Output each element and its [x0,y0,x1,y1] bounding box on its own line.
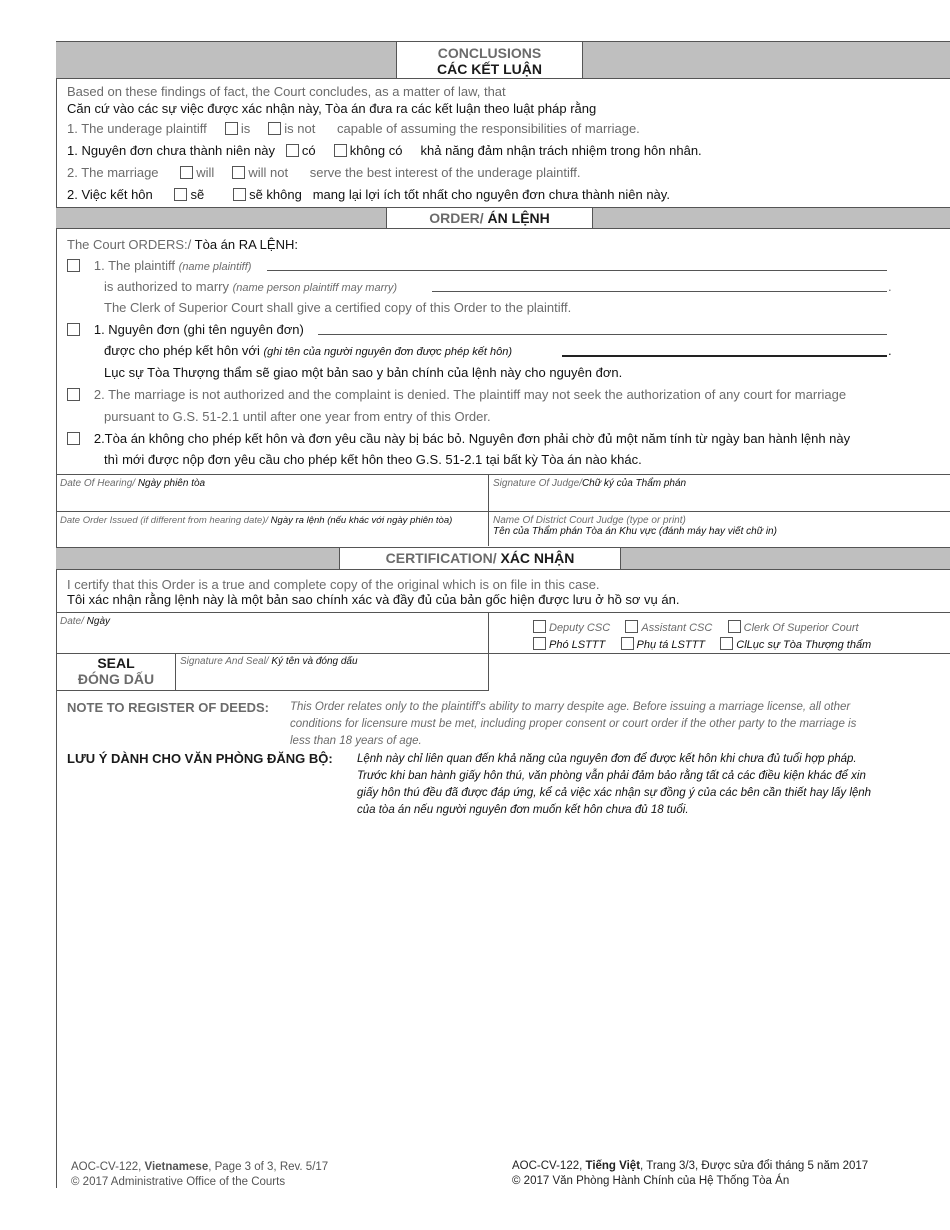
conclusion-item-1-en: 1. The underage plaintiff is is not capa… [67,121,640,136]
conclusion-item-2-vi: 2. Việc kết hôn sẽ sẽ không mang lại lợi… [67,187,670,202]
checkbox-clerk-superior-court[interactable] [727,620,741,633]
checkbox-se-khong[interactable] [233,188,247,201]
order-option-1-en-line3: The Clerk of Superior Court shall give a… [104,300,572,315]
checkbox-is[interactable] [224,122,238,135]
order-header: ORDER/ ÁN LỆNH [56,207,950,229]
note-van-phong-heading: LƯU Ý DÀNH CHO VĂN PHÒNG ĐĂNG BỘ: [67,751,333,766]
conclusions-title: CONCLUSIONS CÁC KẾT LUẬN [396,42,583,78]
spouse-name-field[interactable] [432,291,887,292]
checkbox-pho-lsttt[interactable] [533,637,546,650]
order-option-1-vi-line3: Lục sự Tòa Thượng thẩm sẽ giao một bản s… [104,365,623,380]
order-option-1-en-line2: is authorized to marry (name person plai… [104,279,398,294]
roles-en: Deputy CSC Assistant CSC Clerk Of Superi… [533,620,859,634]
checkbox-luc-su[interactable] [720,637,734,650]
nguyen-don-name-field[interactable] [318,334,887,335]
certification-title: CERTIFICATION/ XÁC NHẬN [339,548,621,569]
signature-and-seal-field[interactable]: Signature And Seal/ Ký tên và đóng dấu [180,656,358,667]
roles-vi: Phó LSTTT Phụ tá LSTTT ClLục sự Tòa Thượ… [533,637,871,651]
checkbox-co[interactable] [285,144,299,157]
conclusions-title-vi: CÁC KẾT LUẬN [437,61,542,77]
order-title: ORDER/ ÁN LỆNH [386,208,593,228]
conclusion-item-2-en: 2. The marriage will will not serve the … [67,165,581,180]
checkbox-assistant-csc[interactable] [625,620,639,633]
conclusions-header: CONCLUSIONS CÁC KẾT LUẬN [56,41,950,79]
order-option-1-en: 1. The plaintiff (name plaintiff) [67,258,251,275]
plaintiff-name-field[interactable] [267,270,887,271]
note-register-deeds-heading: NOTE TO REGISTER OF DEEDS: [67,700,270,715]
order-option-2-vi-line2: thì mới được nộp đơn yêu cầu cho phép kế… [104,452,642,467]
date-order-issued-field[interactable]: Date Order Issued (if different from hea… [60,515,452,526]
conclusions-title-en: CONCLUSIONS [437,45,542,61]
checkbox-will-not[interactable] [232,166,246,179]
checkbox-is-not[interactable] [268,122,282,135]
checkbox-khong-co[interactable] [333,144,347,157]
order-intro: The Court ORDERS:/ Tòa án RA LỆNH: [67,237,298,252]
certification-header: CERTIFICATION/ XÁC NHẬN [56,547,950,570]
judge-name-field[interactable]: Name Of District Court Judge (type or pr… [493,515,777,537]
spouse-name-field-vi[interactable] [562,355,887,357]
conclusion-item-1-vi: 1. Nguyên đơn chưa thành niên này có khô… [67,143,702,158]
checkbox-se[interactable] [174,188,188,201]
order-option-2-en-line2: pursuant to G.S. 51-2.1 until after one … [104,409,491,424]
conclusions-intro-en: Based on these findings of fact, the Cou… [67,84,506,99]
checkbox-will[interactable] [180,166,194,179]
checkbox-phu-ta-lsttt[interactable] [620,637,634,650]
footer-left: AOC-CV-122, Vietnamese, Page 3 of 3, Rev… [71,1161,329,1188]
order-option-1-vi-line2: được cho phép kết hôn với (ghi tên của n… [104,343,513,358]
checkbox-order-1-vi[interactable] [67,323,80,336]
order-option-1-vi: 1. Nguyên đơn (ghi tên nguyên đơn) [67,322,304,338]
note-van-phong-text: Lệnh này chỉ liên quan đến khả năng của … [357,753,872,816]
certification-text-vi: Tôi xác nhận rằng lệnh này là một bản sa… [67,592,680,607]
checkbox-order-2-en[interactable] [67,388,80,401]
date-of-hearing-field[interactable]: Date Of Hearing/ Ngày phiên tòa [60,478,205,489]
certification-text-en: I certify that this Order is a true and … [67,577,600,592]
seal-label: SEAL ĐÓNG DẤU [77,655,155,687]
footer-right: AOC-CV-122, Tiếng Việt, Trang 3/3, Được … [512,1160,869,1187]
checkbox-order-2-vi[interactable] [67,432,80,445]
checkbox-deputy-csc[interactable] [533,620,546,633]
checkbox-order-1-en[interactable] [67,259,80,272]
certification-date-field[interactable]: Date/ Ngày [60,616,110,627]
order-option-2-en: 2. The marriage is not authorized and th… [67,387,846,403]
signature-of-judge-field[interactable]: Signature Of Judge/Chữ ký của Thẩm phán [493,478,686,489]
conclusions-intro-vi: Căn cứ vào các sự việc được xác nhận này… [67,101,597,116]
note-register-deeds-text: This Order relates only to the plaintiff… [290,701,857,747]
order-option-2-vi: 2.Tòa án không cho phép kết hôn và đơn y… [67,431,850,447]
